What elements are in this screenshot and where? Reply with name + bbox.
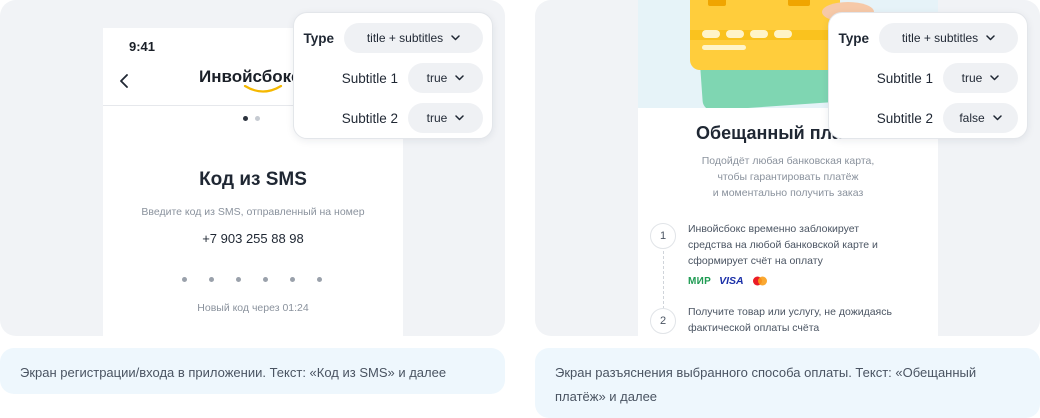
brand-logo: Инвойсбокс xyxy=(199,67,301,86)
chevron-down-icon xyxy=(986,35,995,41)
status-time: 9:41 xyxy=(129,39,156,54)
prop-row-subtitle2: Subtitle 2 true xyxy=(342,103,483,133)
chevron-down-icon xyxy=(990,75,1000,81)
subtitle2-select[interactable]: false xyxy=(943,103,1018,133)
prop-label-subtitle2: Subtitle 2 xyxy=(341,110,398,126)
step-description: Инвойсбокс временно заблокирует средства… xyxy=(688,221,928,269)
step-line: фактической оплаты счёта xyxy=(688,322,820,334)
step-number-badge: 2 xyxy=(650,308,676,334)
subtitle1-select[interactable]: true xyxy=(943,63,1018,93)
logo-smile-icon xyxy=(243,85,283,93)
prop-label-type: Type xyxy=(838,30,869,46)
mastercard-icon xyxy=(752,276,767,286)
type-select[interactable]: title + subtitles xyxy=(344,23,483,53)
subtitle-line: чтобы гарантировать платёж xyxy=(717,171,859,183)
subtitle1-select-value: true xyxy=(961,71,983,85)
payment-logos: МИР VISA xyxy=(688,275,768,287)
subtitle1-select-value: true xyxy=(426,71,448,85)
code-digit-placeholder xyxy=(236,277,241,282)
subtitle-line: и моментально получить заказ xyxy=(712,187,864,199)
prop-row-type: Type title + subtitles xyxy=(303,23,483,53)
prop-row-subtitle1: Subtitle 1 true xyxy=(342,63,483,93)
page-indicator xyxy=(243,116,260,121)
screen-subtitle: Введите код из SMS, отправленный на номе… xyxy=(141,206,365,218)
prop-label-subtitle1: Subtitle 1 xyxy=(341,70,398,86)
caption-sms-screen: Экран регистрации/входа в приложении. Те… xyxy=(0,348,505,394)
type-select-value: title + subtitles xyxy=(901,31,979,45)
prop-row-type: Type title + subtitles xyxy=(838,23,1018,53)
step-number-badge: 1 xyxy=(650,223,676,249)
step-line: Инвойсбокс временно заблокирует xyxy=(688,223,860,235)
code-digit-placeholder xyxy=(209,277,214,282)
step-line: сформирует счёт на оплату xyxy=(688,255,823,267)
prop-label-subtitle1: Subtitle 1 xyxy=(876,70,933,86)
prop-row-subtitle2: Subtitle 2 false xyxy=(877,103,1018,133)
screen-subtitle: Подойдёт любая банковская карта, чтобы г… xyxy=(638,153,938,201)
phone-number: +7 903 255 88 98 xyxy=(202,231,304,246)
mir-logo: МИР xyxy=(688,275,712,287)
code-digit-placeholder xyxy=(290,277,295,282)
code-digit-placeholder xyxy=(263,277,268,282)
caption-payment-screen: Экран разъяснения выбранного способа опл… xyxy=(535,348,1040,418)
chevron-down-icon xyxy=(455,115,465,121)
property-panel-right: Type title + subtitles Subtitle 1 true S… xyxy=(828,12,1028,139)
subtitle1-select[interactable]: true xyxy=(408,63,483,93)
type-select-value: title + subtitles xyxy=(366,31,444,45)
steps-connector xyxy=(663,246,664,314)
step-description: Получите товар или услугу, не дожидаясь … xyxy=(688,304,928,336)
visa-logo: VISA xyxy=(719,275,744,287)
screen-title: Код из SMS xyxy=(199,169,307,190)
type-select[interactable]: title + subtitles xyxy=(879,23,1018,53)
page-dot-active xyxy=(243,116,248,121)
prop-label-type: Type xyxy=(303,30,334,46)
step-line: Получите товар или услугу, не дожидаясь xyxy=(688,306,892,318)
property-panel-left: Type title + subtitles Subtitle 1 true S… xyxy=(293,12,493,139)
sms-code-input[interactable] xyxy=(182,277,322,282)
prop-label-subtitle2: Subtitle 2 xyxy=(876,110,933,126)
page-dot xyxy=(255,116,260,121)
resend-timer: Новый код через 01:24 xyxy=(197,302,309,314)
prop-row-subtitle1: Subtitle 1 true xyxy=(877,63,1018,93)
subtitle2-select-value: false xyxy=(959,111,985,125)
subtitle2-select[interactable]: true xyxy=(408,103,483,133)
chevron-down-icon xyxy=(992,115,1002,121)
chevron-down-icon xyxy=(451,35,460,41)
code-digit-placeholder xyxy=(182,277,187,282)
back-arrow-icon[interactable] xyxy=(115,71,135,91)
subtitle-line: Подойдёт любая банковская карта, xyxy=(701,155,875,167)
step-line: средства на любой банковской карте и xyxy=(688,239,878,251)
chevron-down-icon xyxy=(455,75,465,81)
subtitle2-select-value: true xyxy=(426,111,448,125)
code-digit-placeholder xyxy=(317,277,322,282)
